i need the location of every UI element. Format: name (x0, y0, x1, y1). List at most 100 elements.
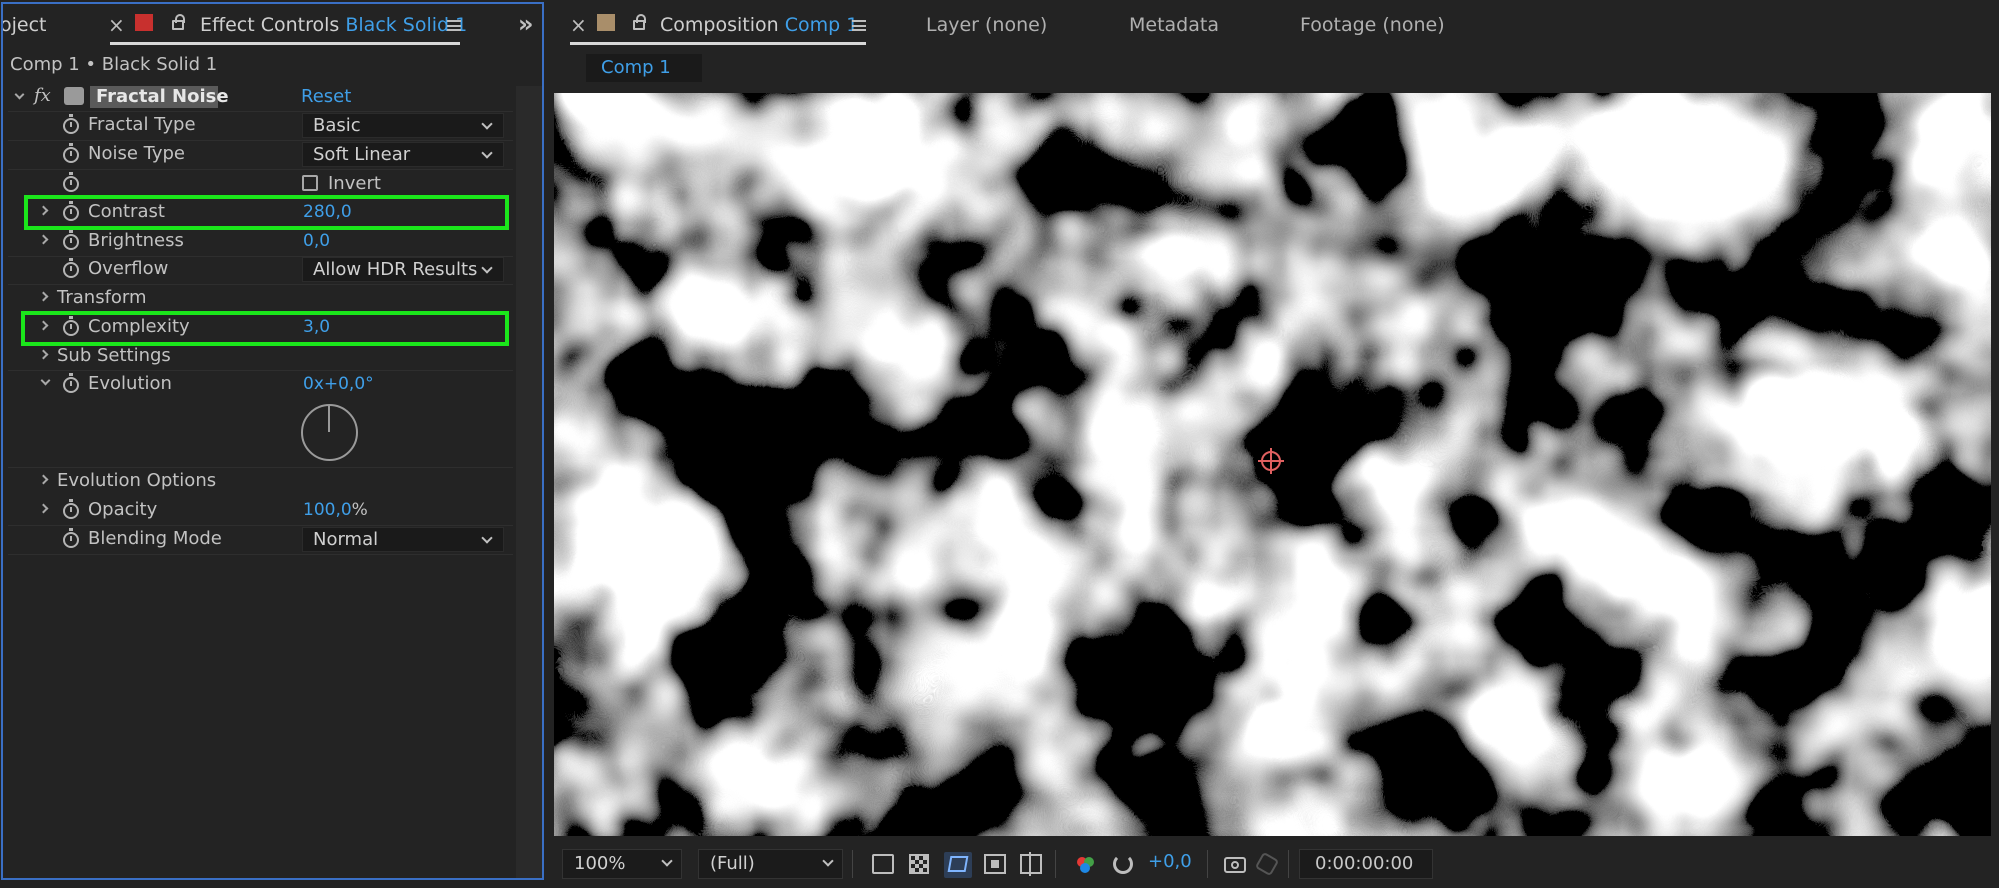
evolution-angle-dial[interactable] (301, 404, 358, 461)
active-tab-underline (110, 42, 460, 45)
property-row-opacity: Opacity 100,0% (4, 497, 516, 525)
lock-icon[interactable] (633, 14, 646, 30)
fractal-type-dropdown[interactable]: Basic (302, 113, 504, 138)
row-divider (8, 111, 513, 112)
exposure-value[interactable]: +0,0 (1148, 851, 1192, 872)
chevron-right-icon[interactable] (38, 291, 49, 302)
opacity-field[interactable]: 100,0% (303, 499, 368, 521)
reset-exposure-icon[interactable] (1113, 854, 1133, 874)
breadcrumb: Comp 1 • Black Solid 1 (10, 54, 218, 75)
evolution-value[interactable]: 0x+0,0° (303, 373, 374, 395)
chevron-right-icon[interactable] (38, 474, 49, 485)
chevron-down-icon (481, 118, 493, 130)
opacity-label: Opacity (88, 499, 158, 520)
viewer-bottom-bar: 100% (Full) +0,0 0:00:00:00 (554, 846, 1991, 882)
property-row-invert: Invert (4, 170, 516, 198)
dial-needle (328, 406, 330, 432)
property-row-brightness: Brightness 0,0 (4, 228, 516, 256)
stopwatch-icon[interactable] (63, 373, 79, 393)
chevron-down-icon[interactable] (40, 375, 51, 386)
close-tab-icon[interactable]: × (108, 13, 125, 37)
overflow-dropdown[interactable]: Allow HDR Results (302, 257, 504, 282)
property-row-evolution: Evolution 0x+0,0° (4, 371, 516, 399)
complexity-highlight-box (21, 311, 509, 346)
panel-menu-icon[interactable] (447, 20, 461, 31)
zoom-dropdown[interactable]: 100% (562, 849, 682, 879)
stopwatch-icon[interactable] (63, 230, 79, 250)
zoom-value: 100% (574, 853, 626, 874)
show-snapshot-icon[interactable] (1254, 851, 1280, 877)
double-chevron-right-icon[interactable]: » (518, 10, 534, 38)
separator (1288, 850, 1289, 878)
metadata-tab[interactable]: Metadata (1129, 14, 1219, 36)
row-divider (8, 554, 513, 555)
chevron-down-icon (822, 855, 834, 867)
evolution-label: Evolution (88, 373, 172, 394)
active-tab-underline (570, 42, 866, 45)
stopwatch-icon[interactable] (63, 258, 79, 278)
panel-menu-icon[interactable] (852, 20, 866, 31)
blending-mode-label: Blending Mode (88, 528, 222, 549)
row-divider (8, 467, 513, 468)
footage-tab[interactable]: Footage (none) (1300, 14, 1445, 36)
effect-name[interactable]: Fractal Noise (96, 86, 229, 108)
stopwatch-icon[interactable] (63, 143, 79, 163)
stopwatch-icon[interactable] (63, 499, 79, 519)
timecode-field[interactable]: 0:00:00:00 (1299, 849, 1433, 879)
composition-tab[interactable]: Composition Comp 1 (660, 14, 858, 36)
composition-tab-name: Comp 1 (784, 14, 859, 36)
row-divider (8, 284, 513, 285)
chevron-right-icon[interactable] (38, 234, 49, 245)
camera-lens (1231, 861, 1239, 869)
noise-type-dropdown[interactable]: Soft Linear (302, 142, 504, 167)
effect-controls-panel: oject × Effect Controls Black Solid 1 » … (0, 0, 548, 888)
channel-blue-dot (1080, 863, 1090, 873)
timecode-value: 0:00:00:00 (1315, 853, 1414, 874)
effect-header-row: fx Fractal Noise Reset (4, 84, 516, 112)
composition-viewer[interactable] (554, 93, 1991, 836)
stopwatch-icon[interactable] (63, 114, 79, 134)
blending-mode-dropdown[interactable]: Normal (302, 527, 504, 552)
row-divider (8, 525, 513, 526)
overflow-label: Overflow (88, 258, 169, 279)
brightness-value[interactable]: 0,0 (303, 230, 330, 252)
chevron-right-icon[interactable] (38, 503, 49, 514)
chevron-down-icon (481, 262, 493, 274)
opacity-unit: % (351, 500, 368, 520)
property-row-noise-type: Noise Type Soft Linear (4, 141, 516, 169)
row-divider (8, 256, 513, 257)
project-tab[interactable]: oject (0, 14, 47, 36)
noise-type-label: Noise Type (88, 143, 185, 164)
layer-color-swatch (135, 14, 153, 31)
fx-toggle-icon[interactable]: fx (34, 85, 51, 107)
grid-guides-icon[interactable] (1020, 854, 1042, 874)
effect-controls-tab[interactable]: Effect Controls Black Solid 1 (200, 14, 467, 36)
row-divider (8, 370, 513, 371)
fractal-type-label: Fractal Type (88, 114, 196, 135)
opacity-value: 100,0 (303, 500, 352, 520)
property-row-blending-mode: Blending Mode Normal (4, 526, 516, 554)
separator (1055, 850, 1056, 878)
chevron-right-icon[interactable] (38, 349, 49, 360)
fast-previews-icon[interactable] (872, 854, 894, 874)
chevron-down-icon (481, 147, 493, 159)
effect-preset-icon (64, 87, 84, 105)
invert-checkbox[interactable] (302, 175, 318, 191)
property-group-evolution-options: Evolution Options (4, 468, 516, 496)
lock-icon[interactable] (172, 14, 185, 30)
layer-tab[interactable]: Layer (none) (926, 14, 1047, 36)
stopwatch-icon[interactable] (63, 528, 79, 548)
row-divider (8, 169, 513, 170)
chevron-down-icon[interactable] (14, 89, 25, 100)
vertical-scrollbar[interactable] (516, 86, 544, 880)
effect-controls-tab-label: Effect Controls (200, 14, 340, 36)
transparency-grid-icon[interactable] (909, 854, 929, 874)
reset-link[interactable]: Reset (301, 86, 351, 108)
comp-subtab-label: Comp 1 (601, 57, 671, 78)
invert-label: Invert (328, 173, 381, 194)
resolution-dropdown[interactable]: (Full) (698, 849, 843, 879)
separator (1207, 850, 1208, 878)
chevron-down-icon (481, 532, 493, 544)
close-tab-icon[interactable]: × (570, 13, 587, 37)
stopwatch-icon[interactable] (63, 172, 79, 192)
